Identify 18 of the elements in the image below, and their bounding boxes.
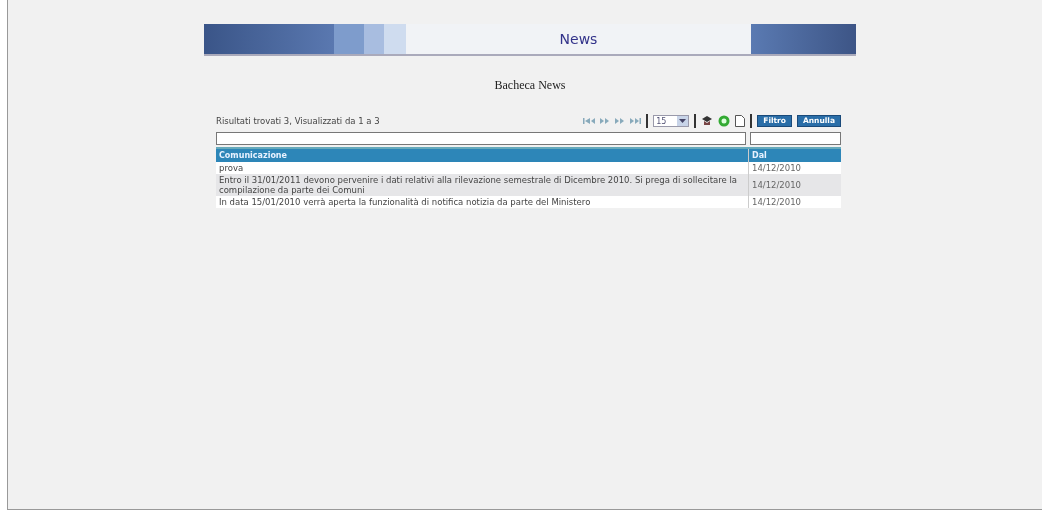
table-cell: 14/12/2010 [748,162,841,174]
table-cell: In data 15/01/2010 verrà aperta la funzionalità di notifica notizia da parte del Ministero [216,196,749,208]
page-title: News [558,31,599,47]
section-title: Bacheca News [493,78,567,93]
hat-icon[interactable] [701,115,714,127]
page-size-select[interactable]: 15 [653,115,690,127]
filter-input-field[interactable] [216,132,746,145]
table-cell: prova [216,162,749,174]
results-summary: Risultati trovati 3, Visualizzati da 1 a 3 [216,116,381,126]
filter-input-field[interactable] [750,132,841,145]
dropdown-icon [679,119,687,123]
refresh-icon[interactable] [718,115,731,127]
table-cell: Entro il 31/01/2011 devono pervenire i dati relativi alla rilevazione semestrale di Dicembre 2010. Si prega di sollecitare la compilazione da parte dei Comuni [216,174,749,196]
table-cell: 14/12/2010 [748,174,841,196]
document-icon[interactable] [735,115,746,127]
column-header[interactable]: Dal [748,148,841,162]
column-header[interactable]: Comunicazione [216,148,749,162]
table-cell: 14/12/2010 [748,196,841,208]
